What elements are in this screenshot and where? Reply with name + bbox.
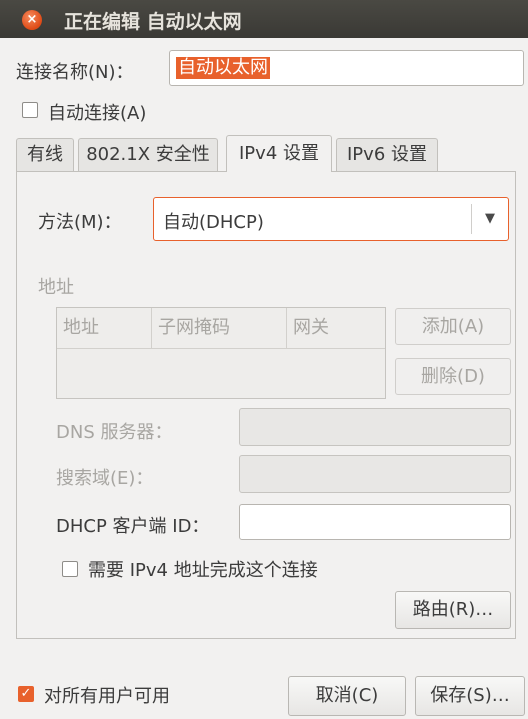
all-users-checkbox[interactable]: ✓ [18,686,34,702]
auto-connect-label: 自动连接(A) [48,103,147,124]
all-users-label: 对所有用户可用 [44,686,170,707]
window-titlebar: × 正在编辑 自动以太网 [0,0,528,38]
save-button[interactable]: 保存(S)… [415,676,525,716]
edit-connection-dialog: 连接名称(N)： 自动以太网 自动连接(A) 有线 802.1X 安全性 IPv… [6,38,528,719]
require-ipv4-label: 需要 IPv4 地址完成这个连接 [88,560,318,581]
checkmark-icon: ✓ [20,686,32,701]
tab-8021x-security[interactable]: 802.1X 安全性 [78,138,218,172]
dhcp-client-id-field[interactable] [239,504,511,540]
connection-name-value: 自动以太网 [176,57,270,79]
connection-name-label: 连接名称(N)： [16,62,134,83]
method-dropdown[interactable]: 自动(DHCP) ▼ [153,197,509,241]
column-header-gateway[interactable]: 网关 [287,308,385,348]
address-table[interactable]: 地址 子网掩码 网关 [56,307,386,399]
search-domains-label: 搜索域(E)： [56,468,154,489]
column-header-netmask[interactable]: 子网掩码 [152,308,287,348]
ipv4-settings-panel: 方法(M)： 自动(DHCP) ▼ 地址 地址 子网掩码 网关 添加(A) 删除… [16,171,516,639]
table-header-divider [57,348,385,349]
routes-button[interactable]: 路由(R)… [395,591,511,629]
connection-name-field[interactable]: 自动以太网 [169,50,524,86]
require-ipv4-checkbox[interactable] [62,561,78,577]
delete-address-button[interactable]: 删除(D) [395,358,511,395]
column-header-address[interactable]: 地址 [57,308,152,348]
dhcp-client-id-label: DHCP 客户端 ID： [56,516,210,537]
method-label: 方法(M)： [38,212,122,233]
tab-wired[interactable]: 有线 [16,138,74,172]
auto-connect-checkbox[interactable] [22,102,38,118]
dns-servers-field[interactable] [239,408,511,446]
search-domains-field[interactable] [239,455,511,493]
address-section-label: 地址 [38,277,74,298]
window-title: 正在编辑 自动以太网 [64,11,242,33]
tab-ipv4-settings[interactable]: IPv4 设置 [226,135,332,172]
tab-ipv6-settings[interactable]: IPv6 设置 [336,138,438,172]
add-address-button[interactable]: 添加(A) [395,308,511,345]
close-icon[interactable]: × [22,10,42,30]
chevron-down-icon: ▼ [471,204,508,234]
method-dropdown-value: 自动(DHCP) [163,212,264,233]
dns-servers-label: DNS 服务器： [56,422,173,443]
cancel-button[interactable]: 取消(C) [288,676,406,716]
